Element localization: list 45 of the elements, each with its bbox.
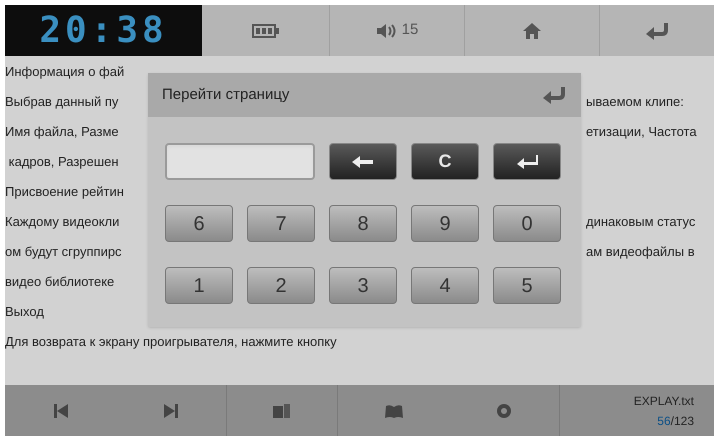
digit-key[interactable]: 4 (411, 267, 479, 304)
digit-key[interactable]: 6 (165, 205, 233, 242)
text-line: Выход (5, 303, 44, 322)
text-line: кадров, Разрешен (8, 153, 119, 172)
text-line: динаковым статус (586, 213, 696, 232)
text-line: видео библиотеке (5, 273, 114, 292)
digit-key[interactable]: 9 (411, 205, 479, 242)
previous-icon[interactable] (52, 402, 68, 418)
text-line: ываемом клипе: (586, 93, 685, 112)
text-line: Имя файла, Разме (5, 123, 119, 142)
digit-key[interactable]: 8 (329, 205, 397, 242)
dialog-title: Перейти страницу (162, 84, 290, 105)
open-book-icon[interactable] (384, 402, 404, 418)
text-line: Выбрав данный пу (5, 93, 118, 112)
page-counter: 56/123 (657, 412, 694, 430)
clock: 20:38 (39, 12, 168, 48)
text-line: ом будут сгруппирс (5, 243, 122, 262)
clear-key[interactable]: C (411, 143, 479, 180)
enter-key[interactable] (493, 143, 561, 180)
text-line: Информация о фай (5, 63, 124, 82)
battery-icon (252, 24, 280, 38)
file-name: EXPLAY.txt (634, 392, 694, 410)
left-arrow-icon (352, 156, 374, 168)
digit-key[interactable]: 5 (493, 267, 561, 304)
enter-icon (516, 154, 538, 168)
text-line: Каждому видеокли (5, 213, 120, 232)
pages-icon[interactable] (272, 402, 292, 418)
text-line: Присвоение рейтин (5, 183, 124, 202)
text-line: Для возврата к экрану проигрывателя, нажмите кнопку (5, 333, 337, 352)
digit-key[interactable]: 2 (247, 267, 315, 304)
speaker-icon[interactable] (376, 22, 398, 38)
volume-level: 15 (402, 20, 418, 40)
home-icon[interactable] (522, 22, 542, 40)
text-line: етизации, Частота (586, 123, 698, 142)
page-input-field[interactable] (165, 143, 315, 180)
digit-key[interactable]: 3 (329, 267, 397, 304)
settings-icon[interactable] (495, 402, 513, 420)
digit-key[interactable]: 1 (165, 267, 233, 304)
back-icon[interactable] (644, 22, 670, 40)
next-icon[interactable] (163, 402, 179, 418)
back-icon[interactable] (541, 86, 567, 104)
digit-key[interactable]: 7 (247, 205, 315, 242)
digit-key[interactable]: 0 (493, 205, 561, 242)
backspace-key[interactable] (329, 143, 397, 180)
text-line: ам видеофайлы в (586, 243, 696, 262)
